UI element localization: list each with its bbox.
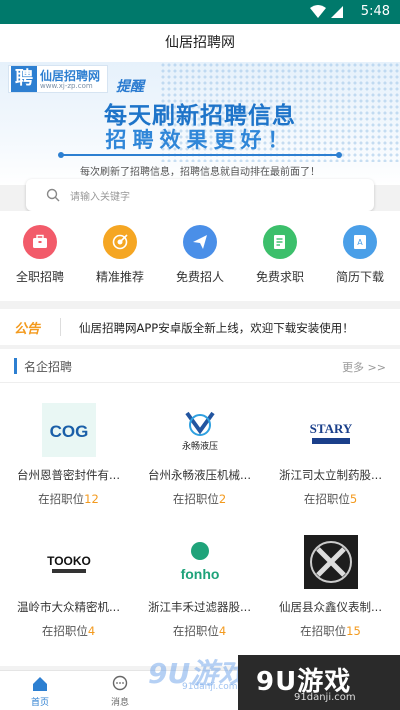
action-free-hire[interactable]: 免费招人 bbox=[160, 225, 240, 285]
divider bbox=[60, 318, 61, 336]
action-fulltime-jobs[interactable]: 全职招聘 bbox=[0, 225, 80, 285]
company-name: 台州恩普密封件有... bbox=[17, 468, 120, 482]
announcement-tag: 公告 bbox=[14, 322, 41, 337]
svg-text:TOOKO: TOOKO bbox=[47, 554, 91, 568]
svg-text:永畅液压: 永畅液压 bbox=[182, 440, 218, 452]
battery-icon bbox=[331, 6, 343, 18]
action-recommend[interactable]: 精准推荐 bbox=[80, 225, 160, 285]
tab-home[interactable]: 首页 bbox=[10, 675, 70, 708]
action-free-jobseek[interactable]: 免费求职 bbox=[240, 225, 320, 285]
watermark-logo: 9U游戏 91danji.com bbox=[148, 652, 248, 710]
search-icon bbox=[46, 188, 60, 202]
tab-messages[interactable]: 消息 bbox=[90, 675, 150, 708]
job-count: 在招职位5 bbox=[303, 492, 358, 506]
job-count: 在招职位4 bbox=[41, 624, 96, 638]
company-card[interactable]: STARY 浙江司太立制药股... 在招职位5 bbox=[264, 385, 397, 506]
job-count: 在招职位4 bbox=[172, 624, 227, 638]
section-accent bbox=[14, 358, 17, 374]
banner-subline: 招聘效果更好！ bbox=[105, 128, 295, 152]
briefcase-icon bbox=[23, 225, 57, 259]
resume-icon bbox=[263, 225, 297, 259]
company-card[interactable]: 永畅液压 台州永畅液压机械... 在招职位2 bbox=[133, 385, 266, 506]
svg-text:COG: COG bbox=[50, 422, 89, 441]
watermark-url: 91danji.com bbox=[294, 692, 356, 703]
action-resume-download[interactable]: A 简历下载 bbox=[320, 225, 400, 285]
company-logo: TOOKO bbox=[42, 535, 96, 589]
search-input[interactable]: 请输入关键字 bbox=[26, 179, 374, 211]
title-bar: 仙居招聘网 bbox=[0, 24, 400, 62]
action-label: 简历下载 bbox=[335, 270, 384, 284]
watermark-badge: 9U游戏 91danji.com bbox=[238, 655, 400, 710]
company-name: 台州永畅液压机械... bbox=[148, 468, 251, 482]
banner-tag: 提醒 bbox=[116, 79, 144, 95]
company-logo: 永畅液压 bbox=[173, 403, 227, 457]
logo-url: www.xj-zp.com bbox=[40, 82, 93, 90]
company-logo: fonho bbox=[173, 535, 227, 589]
svg-text:A: A bbox=[357, 238, 363, 247]
action-label: 精准推荐 bbox=[95, 270, 144, 284]
action-label: 免费招人 bbox=[175, 270, 224, 284]
home-icon bbox=[33, 677, 47, 691]
company-card[interactable]: 仙居县众鑫仪表制... 在招职位15 bbox=[264, 517, 397, 638]
job-count: 在招职位15 bbox=[300, 624, 361, 638]
company-logo: STARY bbox=[304, 403, 358, 457]
company-name: 仙居县众鑫仪表制... bbox=[279, 600, 382, 614]
banner-note: 每次刷新了招聘信息，招聘信息就自动排在最前面了！ bbox=[80, 167, 320, 178]
search-placeholder: 请输入关键字 bbox=[70, 192, 130, 203]
action-label: 免费求职 bbox=[255, 270, 304, 284]
job-count: 在招职位12 bbox=[38, 492, 99, 506]
section-title: 名企招聘 bbox=[24, 360, 73, 374]
company-name: 浙江司太立制药股... bbox=[279, 468, 382, 482]
company-logo: COG bbox=[42, 403, 96, 457]
status-time: 5:48 bbox=[360, 4, 390, 19]
banner-divider bbox=[58, 152, 342, 158]
action-label: 全职招聘 bbox=[15, 270, 64, 284]
company-name: 温岭市大众精密机... bbox=[17, 600, 120, 614]
company-logo bbox=[304, 535, 358, 589]
wifi-icon bbox=[310, 5, 326, 18]
status-bar: 5:48 bbox=[0, 0, 400, 24]
message-icon bbox=[112, 675, 128, 691]
svg-text:fonho: fonho bbox=[181, 566, 220, 582]
announcement-text: 仙居招聘网APP安卓版全新上线，欢迎下载安装使用！ bbox=[79, 321, 354, 335]
section-header: 名企招聘 更多 >> bbox=[0, 349, 400, 383]
page-title: 仙居招聘网 bbox=[165, 35, 235, 51]
quick-actions: 全职招聘 精准推荐 免费招人 免费求职 A 简历下载 bbox=[0, 211, 400, 301]
watermark-url: 91danji.com bbox=[182, 682, 238, 692]
document-download-icon: A bbox=[343, 225, 377, 259]
target-icon bbox=[103, 225, 137, 259]
company-card[interactable]: fonho 浙江丰禾过滤器股... 在招职位4 bbox=[133, 517, 266, 638]
tab-label: 首页 bbox=[30, 698, 49, 708]
paper-plane-icon bbox=[183, 225, 217, 259]
featured-companies: 名企招聘 更多 >> COG 台州恩普密封件有... 在招职位12 永畅液压 台… bbox=[0, 349, 400, 666]
svg-text:STARY: STARY bbox=[310, 421, 353, 436]
announcement-bar[interactable]: 公告 仙居招聘网APP安卓版全新上线，欢迎下载安装使用！ bbox=[0, 309, 400, 345]
company-card[interactable]: COG 台州恩普密封件有... 在招职位12 bbox=[2, 385, 135, 506]
promo-banner[interactable]: 聘 仙居招聘网 www.xj-zp.com 提醒 每天刷新招聘信息 招聘效果更好… bbox=[0, 62, 400, 185]
company-card[interactable]: TOOKO 温岭市大众精密机... 在招职位4 bbox=[2, 517, 135, 638]
more-link[interactable]: 更多 >> bbox=[342, 359, 386, 375]
site-logo: 聘 仙居招聘网 www.xj-zp.com bbox=[8, 65, 108, 93]
tab-label: 消息 bbox=[110, 698, 129, 708]
logo-mark: 聘 bbox=[11, 66, 37, 92]
job-count: 在招职位2 bbox=[172, 492, 227, 506]
company-name: 浙江丰禾过滤器股... bbox=[148, 600, 251, 614]
